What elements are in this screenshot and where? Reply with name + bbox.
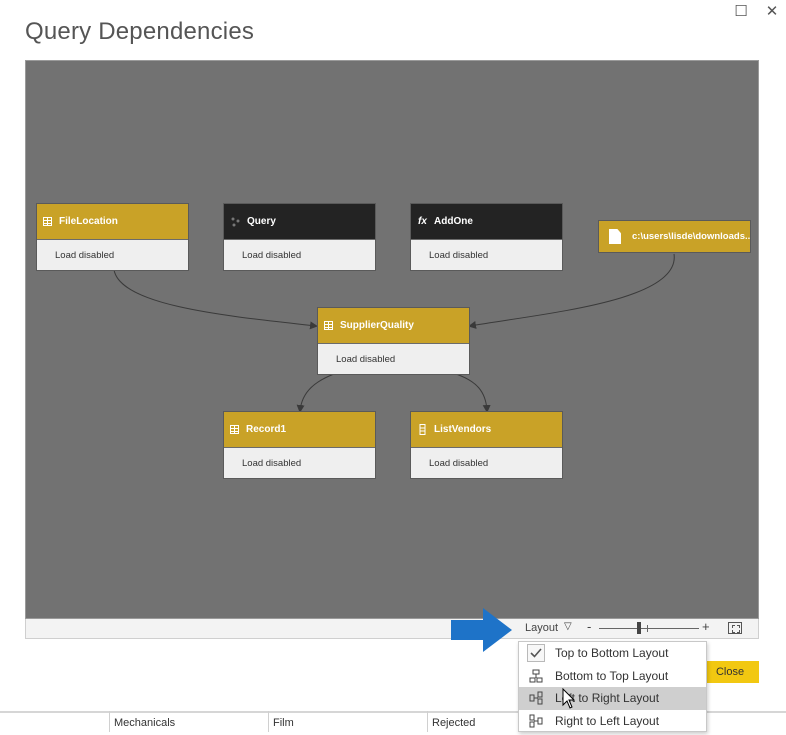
maximize-button[interactable]: ☐ — [732, 4, 750, 20]
node-addone[interactable]: fx AddOne Load disabled — [410, 203, 563, 271]
layout-dropdown-label[interactable]: Layout — [525, 622, 558, 634]
file-path: c:\users\lisde\downloads... — [632, 231, 751, 242]
table-cell: Rejected — [427, 711, 519, 732]
file-icon — [609, 229, 621, 244]
table-icon — [43, 217, 52, 226]
node-status: Load disabled — [224, 447, 375, 478]
menu-item-top-to-bottom[interactable]: Top to Bottom Layout — [519, 642, 706, 665]
dialog-title: Query Dependencies — [25, 18, 255, 45]
fit-to-screen-icon[interactable] — [728, 622, 742, 634]
node-title: ListVendors — [434, 424, 492, 435]
node-title: FileLocation — [59, 216, 118, 227]
menu-item-label: Bottom to Top Layout — [555, 668, 669, 683]
bottom-to-top-icon — [519, 669, 553, 683]
node-header: fx AddOne — [411, 204, 562, 239]
table-cell: Mechanicals — [109, 711, 268, 732]
close-button[interactable]: Close — [701, 661, 759, 683]
menu-item-right-to-left[interactable]: Right to Left Layout — [519, 710, 706, 733]
node-header: FileLocation — [37, 204, 188, 239]
node-status: Load disabled — [318, 343, 469, 374]
table-icon — [324, 321, 333, 330]
canvas-statusbar: Layout ▽ - + — [25, 619, 759, 639]
node-title: AddOne — [434, 216, 473, 227]
pointer-arrow-icon — [451, 608, 512, 652]
checkmark-icon — [527, 644, 545, 663]
menu-item-left-to-right[interactable]: Left to Right Layout — [519, 687, 706, 710]
menu-item-label: Top to Bottom Layout — [555, 646, 669, 661]
table-icon — [230, 425, 239, 434]
node-supplierquality[interactable]: SupplierQuality Load disabled — [317, 307, 470, 375]
node-header: Record1 — [224, 412, 375, 447]
node-title: Query — [247, 216, 276, 227]
node-title: Record1 — [246, 424, 287, 435]
zoom-slider-midmark — [647, 625, 648, 632]
zoom-slider-track[interactable] — [599, 628, 699, 629]
layout-menu: Top to Bottom Layout Bottom to Top Layou… — [518, 641, 707, 732]
node-status: Load disabled — [411, 447, 562, 478]
node-header: SupplierQuality — [318, 308, 469, 343]
query-icon — [230, 216, 241, 227]
edge-supplierquality-listvendors — [455, 373, 491, 413]
mouse-cursor-icon — [562, 688, 576, 709]
zoom-slider-thumb[interactable] — [637, 622, 641, 634]
function-icon: fx — [418, 216, 427, 227]
node-status: Load disabled — [411, 239, 562, 270]
dependency-canvas[interactable]: FileLocation Load disabled Query Load di… — [25, 60, 759, 619]
node-listvendors[interactable]: ListVendors Load disabled — [410, 411, 563, 479]
node-header: Query — [224, 204, 375, 239]
left-to-right-icon — [519, 691, 553, 705]
zoom-in-button[interactable]: + — [702, 619, 710, 634]
edge-filelocation-supplierquality — [113, 269, 318, 330]
node-filelocation[interactable]: FileLocation Load disabled — [36, 203, 189, 271]
list-icon — [417, 424, 428, 435]
menu-item-label: Right to Left Layout — [555, 713, 660, 728]
table-cell: Film — [268, 711, 427, 732]
right-to-left-icon — [519, 714, 553, 728]
node-query[interactable]: Query Load disabled — [223, 203, 376, 271]
close-window-button[interactable]: ✕ — [763, 4, 781, 20]
zoom-out-button[interactable]: - — [587, 619, 591, 634]
node-record1[interactable]: Record1 Load disabled — [223, 411, 376, 479]
node-header: ListVendors — [411, 412, 562, 447]
node-title: SupplierQuality — [340, 320, 414, 331]
layout-dropdown-caret-icon[interactable]: ▽ — [564, 621, 572, 632]
node-status: Load disabled — [37, 239, 188, 270]
menu-item-bottom-to-top[interactable]: Bottom to Top Layout — [519, 665, 706, 688]
node-file-source[interactable]: c:\users\lisde\downloads... — [598, 220, 751, 253]
node-status: Load disabled — [224, 239, 375, 270]
edge-supplierquality-record1 — [296, 373, 335, 413]
